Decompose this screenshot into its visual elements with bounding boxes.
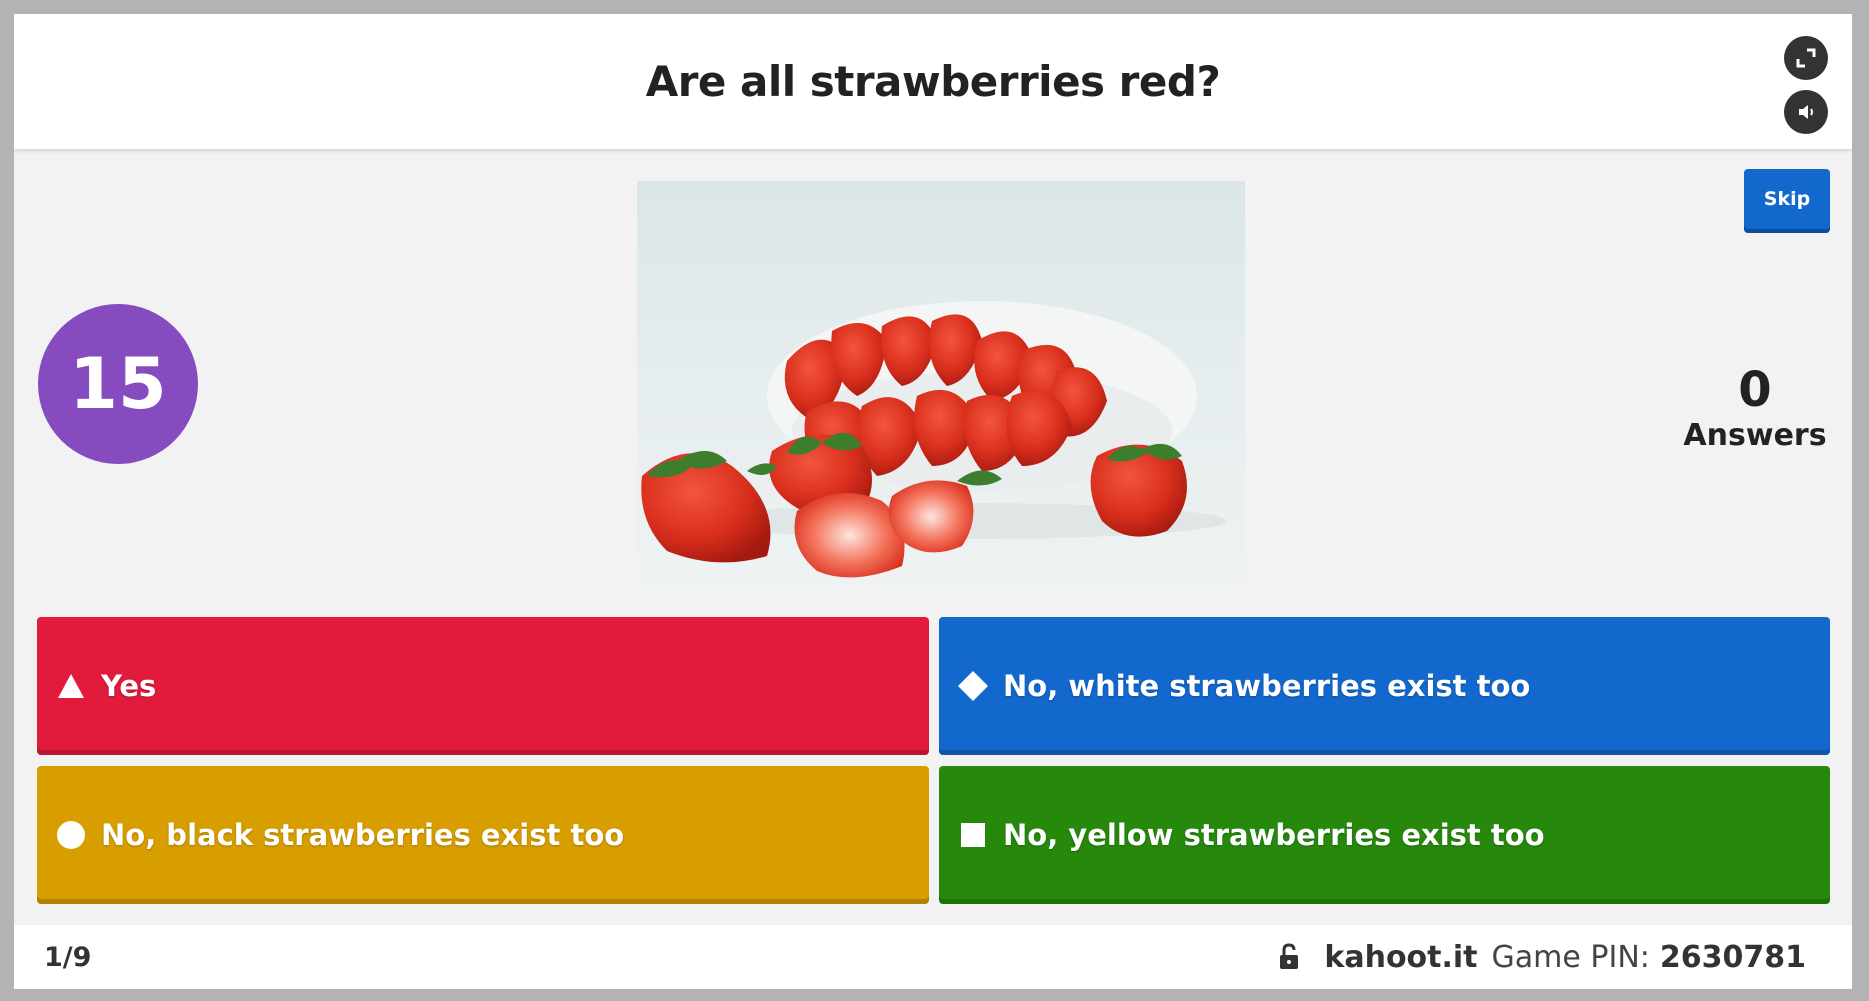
answer-label: No, white strawberries exist too [1003, 669, 1531, 703]
countdown-timer: 15 [38, 304, 198, 464]
skip-button[interactable]: Skip [1744, 169, 1830, 233]
answers-counter: 0 Answers [1680, 364, 1830, 456]
join-info: kahoot.it Game PIN: 2630781 [1278, 940, 1806, 975]
lock-icon[interactable] [1278, 943, 1302, 971]
square-icon [957, 819, 989, 851]
answer-option-1[interactable]: Yes [37, 617, 929, 755]
game-footer: 1/9 kahoot.it Game PIN: 2630781 [14, 925, 1852, 989]
question-header: Are all strawberries red? [14, 14, 1852, 149]
answer-option-2[interactable]: No, white strawberries exist too [939, 617, 1830, 755]
game-pin-label: Game PIN: [1491, 939, 1650, 975]
strawberries-image [641, 301, 1227, 578]
circle-icon [55, 819, 87, 851]
answer-option-3[interactable]: No, black strawberries exist too [37, 766, 929, 904]
question-title: Are all strawberries red? [645, 57, 1221, 106]
fullscreen-button[interactable] [1784, 36, 1828, 80]
question-progress: 1/9 [44, 941, 92, 973]
diamond-icon [957, 670, 989, 702]
answer-label: No, black strawberries exist too [101, 818, 625, 852]
join-site: kahoot.it [1324, 939, 1478, 975]
game-pin: 2630781 [1659, 939, 1806, 975]
answer-label: Yes [101, 669, 157, 703]
game-frame: Are all strawberries red? Skip 15 0 Answ… [14, 14, 1852, 989]
triangle-icon [55, 670, 87, 702]
answers-count-value: 0 [1738, 362, 1772, 418]
answer-label: No, yellow strawberries exist too [1003, 818, 1545, 852]
sound-icon [1799, 105, 1813, 119]
answers-count-label: Answers [1683, 418, 1827, 453]
fullscreen-icon [1796, 48, 1816, 68]
question-image [637, 181, 1245, 586]
answer-option-4[interactable]: No, yellow strawberries exist too [939, 766, 1830, 904]
sound-button[interactable] [1784, 90, 1828, 134]
